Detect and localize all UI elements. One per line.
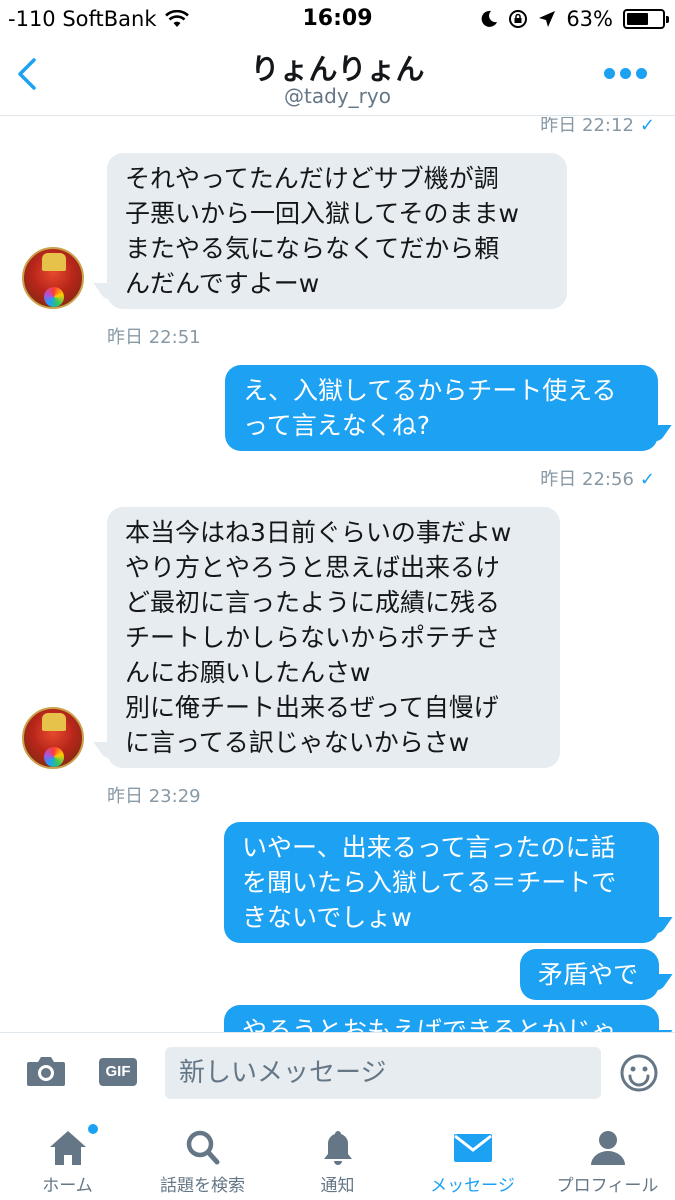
rotation-lock-icon [509,10,528,28]
message-thread[interactable]: 昨日 22:12 ✓ それやってたんだけどサブ機が調 子悪いから一回入獄してそのま… [0,117,675,1032]
more-options-button[interactable] [604,68,647,79]
outgoing-message[interactable]: やろうとおもえばできるとかじゃ [224,1005,659,1032]
incoming-message[interactable]: 本当今はね3日前ぐらいの事だよw やり方とやろうと思えば出来るけ ど最初に言った… [107,507,560,768]
tab-label: メッセージ [430,1176,515,1196]
avatar[interactable] [22,247,84,309]
outgoing-message[interactable]: 矛盾やで [520,949,659,1000]
message-timestamp: 昨日 22:51 [107,327,201,348]
battery-fill [627,13,649,25]
message-input[interactable] [165,1047,601,1099]
tab-home[interactable]: ホーム [0,1114,135,1200]
outgoing-message[interactable]: いやー、出来るって言ったのに話 を聞いたら入獄してる＝チートで きないでしょw [224,822,659,943]
read-check-icon: ✓ [639,117,655,136]
emoji-button[interactable] [619,1053,659,1093]
avatar[interactable] [22,707,84,769]
envelope-icon [453,1134,492,1162]
read-check-icon: ✓ [639,469,655,490]
camera-button[interactable] [26,1055,66,1087]
more-dot-icon [604,68,615,79]
conversation-handle: @tady_ryo [284,84,391,108]
tab-search[interactable]: 話題を検索 [135,1114,270,1200]
bell-icon [323,1131,352,1165]
message-composer: GIF [0,1032,675,1114]
conversation-header: りょんりょん @tady_ryo [0,38,675,116]
more-dot-icon [620,68,631,79]
location-icon [539,11,556,27]
more-dot-icon [636,68,647,79]
person-icon [590,1131,625,1165]
search-icon [186,1130,219,1165]
tab-label: ホーム [42,1176,93,1196]
notification-dot [88,1124,98,1134]
tab-bar: ホーム 話題を検索 通知 メッセージ プロフィール [0,1114,675,1200]
gif-button[interactable]: GIF [99,1058,137,1086]
camera-icon [27,1057,65,1086]
home-icon [49,1131,86,1165]
tab-label: 通知 [320,1176,355,1196]
smiley-icon [620,1054,658,1092]
message-timestamp: 昨日 23:29 [107,786,201,807]
conversation-title: りょんりょん [250,52,425,86]
tab-notifications[interactable]: 通知 [270,1114,405,1200]
battery-icon [623,9,669,29]
battery-percent: 63% [566,7,613,31]
tab-messages[interactable]: メッセージ [405,1114,540,1200]
status-right: 63% [480,7,669,31]
status-bar: -110 SoftBank 16:09 63% [0,0,675,38]
tab-profile[interactable]: プロフィール [540,1114,675,1200]
message-timestamp: 昨日 22:12 ✓ [540,117,655,136]
outgoing-message[interactable]: え、入獄してるからチート使える って言えなくね? [225,365,658,451]
tab-label: プロフィール [556,1176,659,1196]
moon-icon [481,10,498,27]
message-timestamp: 昨日 22:56 ✓ [540,469,655,490]
tab-label: 話題を検索 [160,1176,245,1196]
incoming-message[interactable]: それやってたんだけどサブ機が調 子悪いから一回入獄してそのままw またやる気にな… [107,153,567,309]
